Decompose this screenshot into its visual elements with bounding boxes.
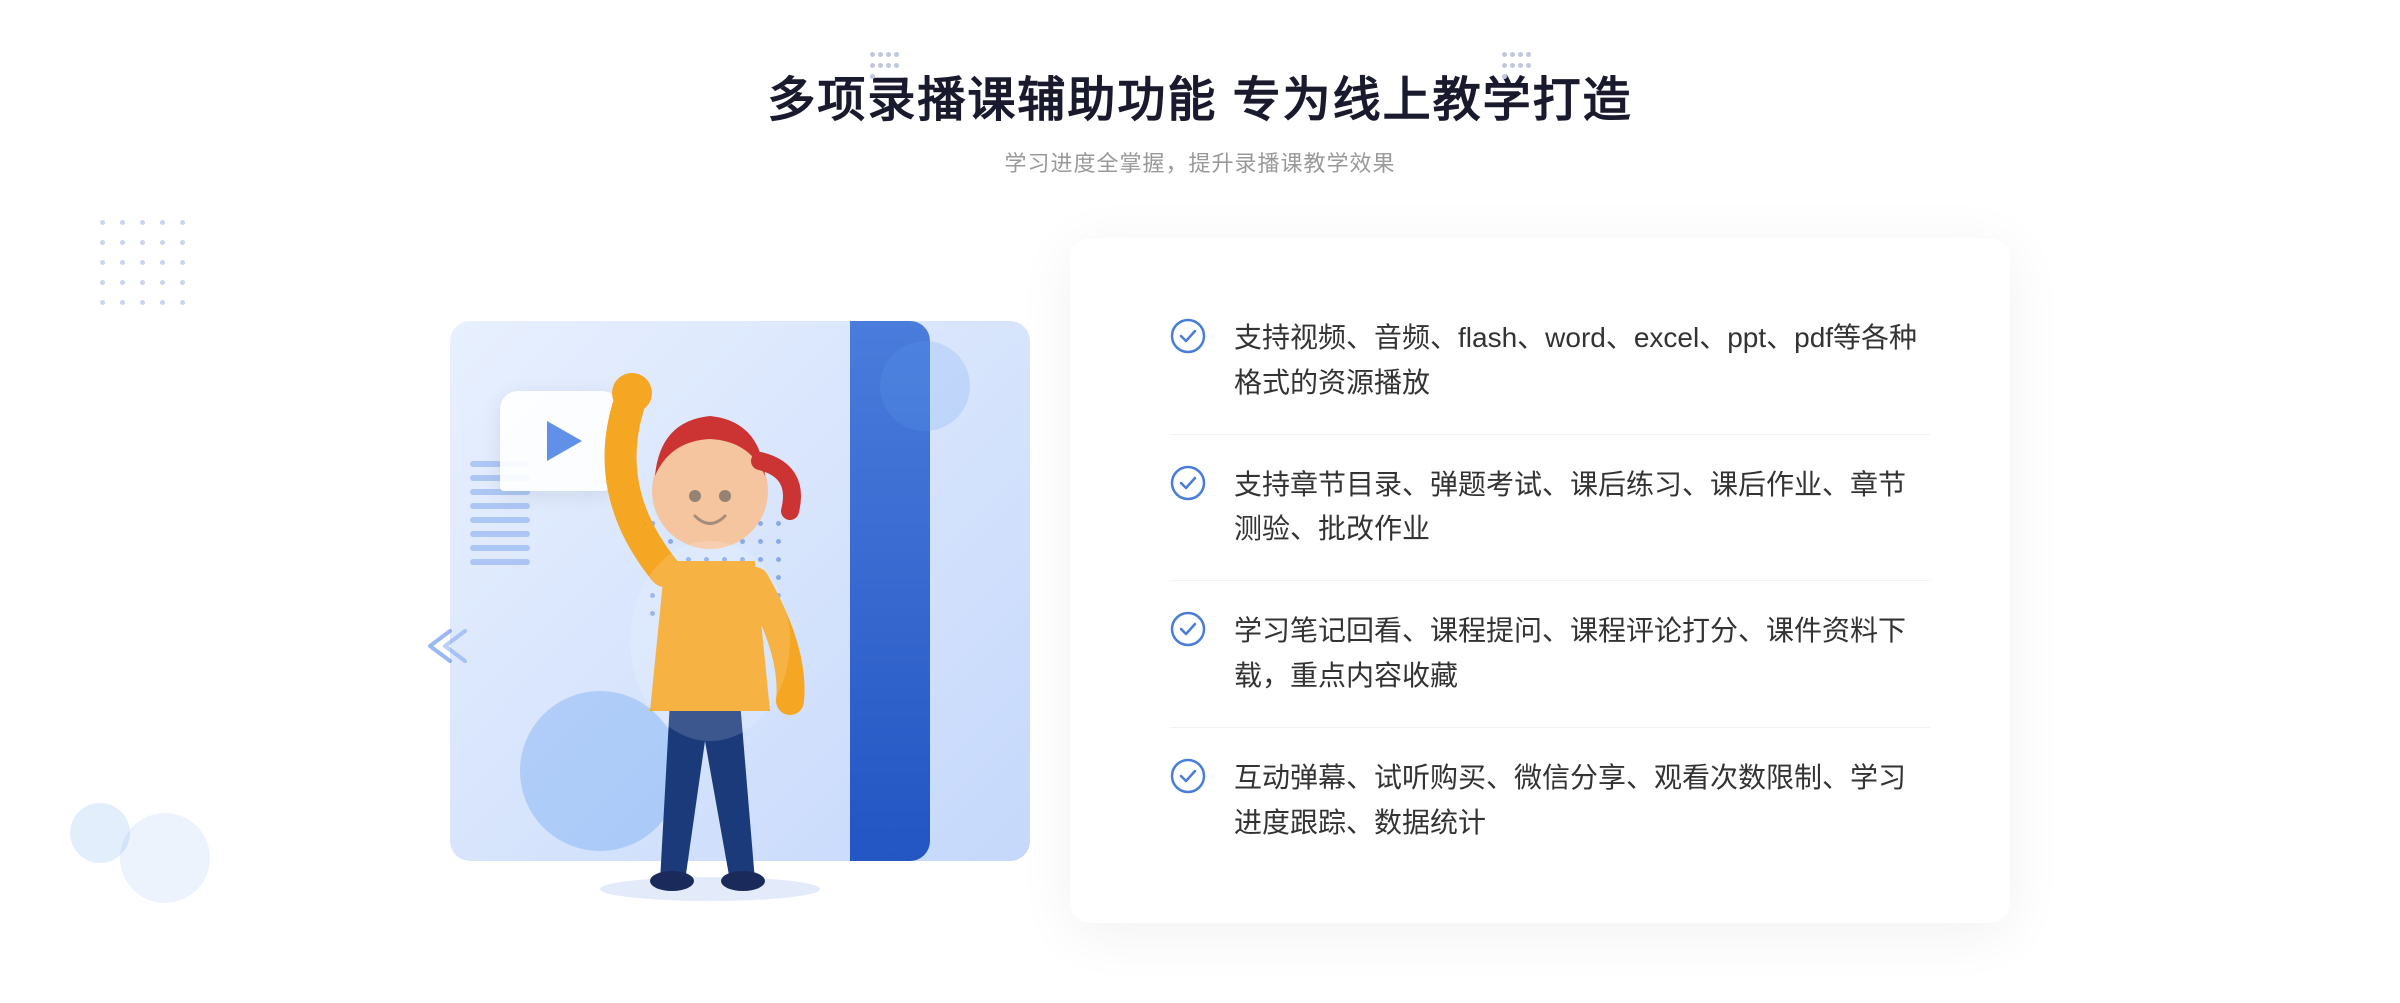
feature-item-2: 支持章节目录、弹题考试、课后练习、课后作业、章节测验、批改作业 <box>1170 435 1930 582</box>
person-figure <box>520 341 900 901</box>
check-icon-1 <box>1170 318 1206 354</box>
feature-item-1: 支持视频、音频、flash、word、excel、ppt、pdf等各种格式的资源… <box>1170 288 1930 435</box>
check-icon-2 <box>1170 465 1206 501</box>
feature-text-3: 学习笔记回看、课程提问、课程评论打分、课件资料下载，重点内容收藏 <box>1234 609 1930 699</box>
feature-text-2: 支持章节目录、弹题考试、课后练习、课后作业、章节测验、批改作业 <box>1234 463 1930 553</box>
check-icon-4 <box>1170 758 1206 794</box>
page-container: 多项录播课辅助功能 专为线上教学打造 学习进度全掌握，提升录播课教学效果 <box>0 0 2400 1003</box>
feature-text-1: 支持视频、音频、flash、word、excel、ppt、pdf等各种格式的资源… <box>1234 316 1930 406</box>
subtitle: 学习进度全掌握，提升录播课教学效果 <box>767 146 1632 178</box>
feature-item-4: 互动弹幕、试听购买、微信分享、观看次数限制、学习进度跟踪、数据统计 <box>1170 728 1930 874</box>
check-icon-3 <box>1170 611 1206 647</box>
features-panel: 支持视频、音频、flash、word、excel、ppt、pdf等各种格式的资源… <box>1070 238 2010 923</box>
content-area: 支持视频、音频、flash、word、excel、ppt、pdf等各种格式的资源… <box>350 238 2050 923</box>
deco-circle-left2 <box>120 813 210 903</box>
chevron-left-deco <box>420 626 470 671</box>
illustration-wrapper <box>390 241 1070 921</box>
feature-item-3: 学习笔记回看、课程提问、课程评论打分、课件资料下载，重点内容收藏 <box>1170 581 1930 728</box>
feature-text-4: 互动弹幕、试听购买、微信分享、观看次数限制、学习进度跟踪、数据统计 <box>1234 756 1930 846</box>
deco-dots-left <box>870 52 900 82</box>
page-deco-dots-topleft <box>100 220 190 310</box>
deco-dots-right <box>1502 52 1532 82</box>
